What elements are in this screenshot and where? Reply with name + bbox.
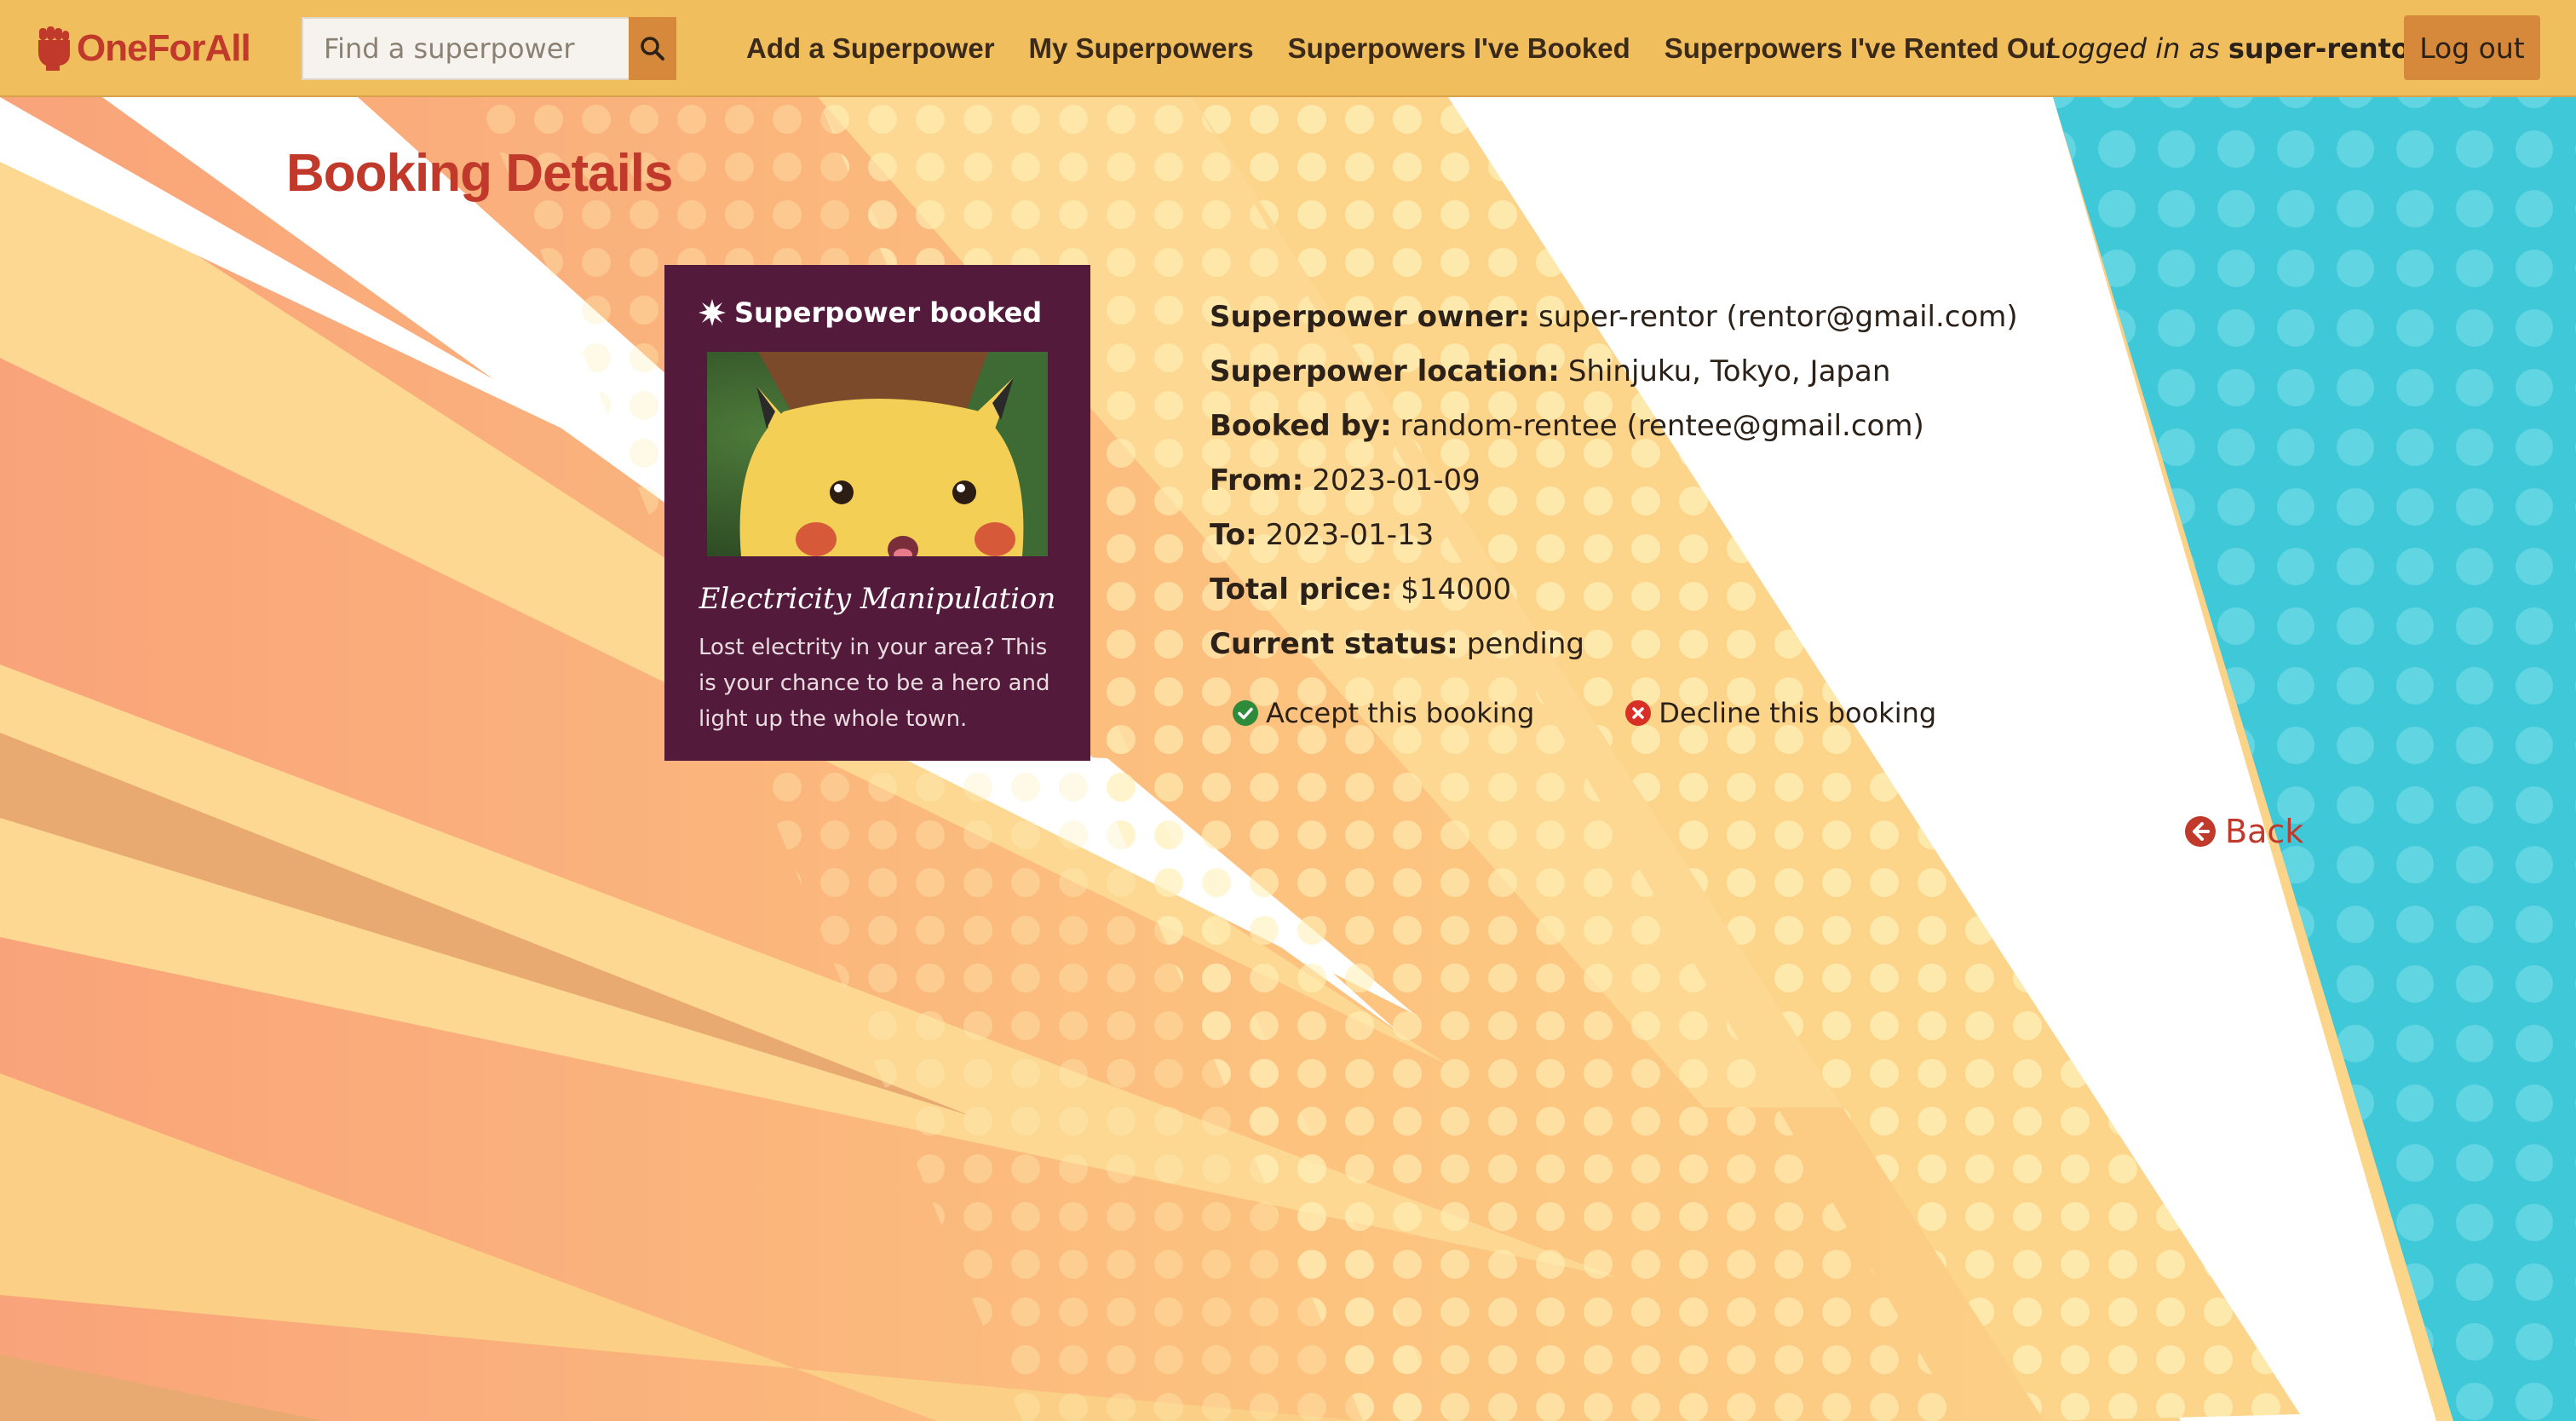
logout-button[interactable]: Log out <box>2404 15 2540 80</box>
booking-details: Superpower owner: super-rentor (rentor@g… <box>1210 290 2018 671</box>
status-value: pending <box>1466 627 1584 661</box>
x-circle-icon <box>1625 700 1652 726</box>
page-title: Booking Details <box>286 144 674 203</box>
arrow-left-circle-icon <box>2185 816 2216 847</box>
detail-label: Superpower owner: <box>1210 300 1531 334</box>
detail-label: Total price: <box>1210 572 1393 607</box>
detail-label: Current status: <box>1210 627 1458 661</box>
superpower-image <box>707 352 1048 556</box>
search-button[interactable] <box>629 17 676 80</box>
detail-owner: Superpower owner: super-rentor (rentor@g… <box>1210 290 2018 344</box>
nav-superpowers-booked[interactable]: Superpowers I've Booked <box>1288 32 1630 65</box>
search-icon <box>641 37 664 60</box>
detail-label: Booked by: <box>1210 409 1392 443</box>
top-navbar: OneForAll Add a Superpower My Superpower… <box>0 0 2576 97</box>
detail-from: From: 2023-01-09 <box>1210 453 2018 508</box>
detail-status: Current status: pending <box>1210 617 2018 671</box>
superpower-card[interactable]: Superpower booked Electricity Manipulati… <box>664 265 1090 761</box>
detail-value: super-rentor (rentor@gmail.com) <box>1538 300 2018 334</box>
booking-actions: Accept this booking Decline this booking <box>1232 697 1936 729</box>
detail-value: Shinjuku, Tokyo, Japan <box>1567 354 1891 388</box>
search-form <box>302 17 676 80</box>
detail-to: To: 2023-01-13 <box>1210 508 2018 562</box>
detail-value: 2023-01-13 <box>1265 518 1435 552</box>
detail-booked-by: Booked by: random-rentee (rentee@gmail.c… <box>1210 399 2018 453</box>
accept-booking-label: Accept this booking <box>1266 697 1535 729</box>
brand-logo-link[interactable]: OneForAll <box>36 20 251 77</box>
detail-value: 2023-01-09 <box>1312 463 1481 498</box>
logged-in-status: Logged in as super-rentor <box>2046 0 2424 97</box>
detail-label: To: <box>1210 518 1257 552</box>
detail-value: $14000 <box>1400 572 1512 607</box>
decline-booking-link[interactable]: Decline this booking <box>1624 697 1936 729</box>
superpower-description: Lost electrity in your area? This is you… <box>699 635 1050 732</box>
brand-name: OneForAll <box>77 27 251 69</box>
nav-my-superpowers[interactable]: My Superpowers <box>1029 32 1254 65</box>
search-input[interactable] <box>302 17 629 80</box>
detail-location: Superpower location: Shinjuku, Tokyo, Ja… <box>1210 344 2018 399</box>
nav-add-superpower[interactable]: Add a Superpower <box>746 32 995 65</box>
back-label: Back <box>2225 813 2304 850</box>
superpower-title: Electricity Manipulation <box>699 582 1056 616</box>
username: super-rentor <box>2228 32 2424 65</box>
accept-booking-link[interactable]: Accept this booking <box>1232 697 1534 729</box>
decline-booking-label: Decline this booking <box>1659 697 1937 729</box>
detail-label: From: <box>1210 463 1304 498</box>
detail-label: Superpower location: <box>1210 354 1560 388</box>
nav-links: Add a Superpower My Superpowers Superpow… <box>746 0 2090 97</box>
card-header: Superpower booked <box>699 296 1056 330</box>
detail-value: random-rentee (rentee@gmail.com) <box>1400 409 1924 443</box>
nav-superpowers-rented-out[interactable]: Superpowers I've Rented Out <box>1665 32 2056 65</box>
fist-icon <box>38 26 70 71</box>
starburst-icon <box>699 299 726 326</box>
check-circle-icon <box>1233 700 1258 726</box>
card-header-label: Superpower booked <box>734 296 1043 329</box>
back-link[interactable]: Back <box>2184 813 2303 850</box>
logged-in-label: Logged in as <box>2046 32 2220 65</box>
detail-total-price: Total price: $14000 <box>1210 562 2018 617</box>
